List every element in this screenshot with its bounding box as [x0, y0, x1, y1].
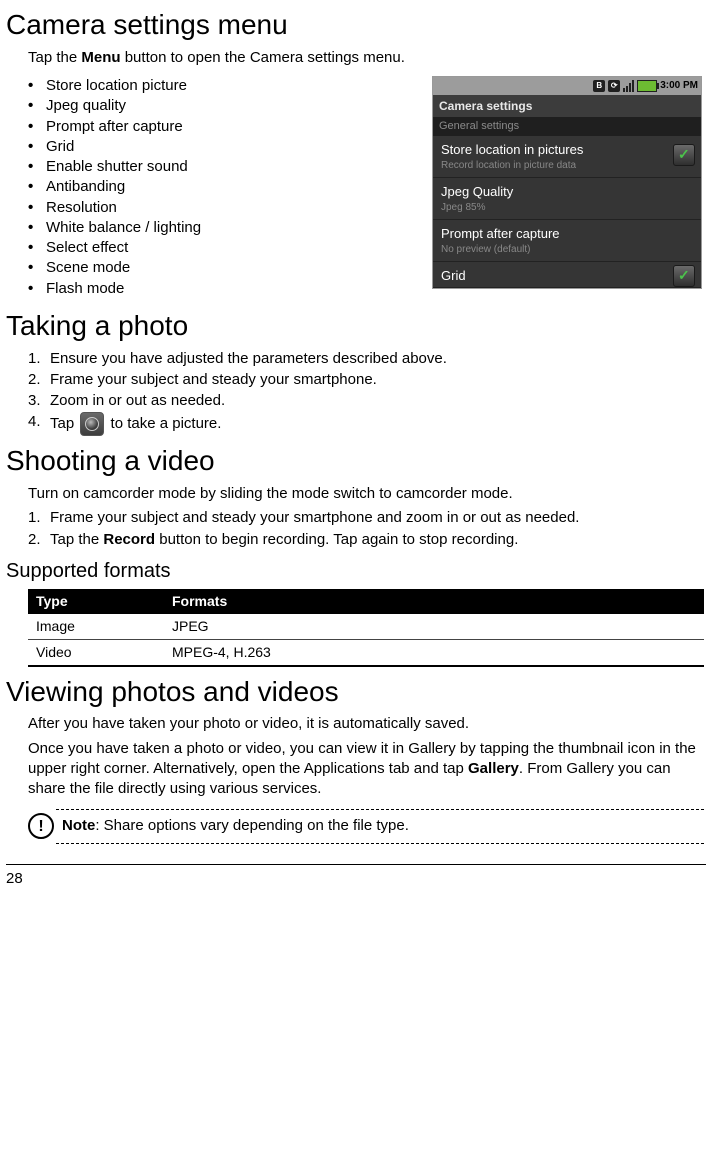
signal-icon [623, 80, 634, 92]
screenshot-title: Camera settings [433, 95, 701, 117]
checkbox-icon [673, 265, 695, 287]
list-item: Resolution [28, 198, 426, 218]
menu-bold: Menu [81, 49, 120, 66]
screenshot-row: Jpeg Quality Jpeg 85% [433, 178, 701, 220]
settings-bullet-list: Store location picture Jpeg quality Prom… [28, 76, 426, 299]
row-title: Prompt after capture [441, 225, 693, 243]
text: button to open the Camera settings menu. [121, 49, 405, 66]
battery-icon [637, 80, 657, 92]
list-item: White balance / lighting [28, 218, 426, 238]
list-item: Tap to take a picture. [28, 412, 704, 436]
record-bold: Record [103, 531, 155, 548]
table-cell: JPEG [164, 614, 704, 639]
heading-taking-photo: Taking a photo [6, 307, 704, 345]
table-cell: Image [28, 614, 164, 639]
bluetooth-icon: B [593, 80, 605, 92]
list-item: Prompt after capture [28, 117, 426, 137]
note-text: Note: Share options vary depending on th… [56, 812, 704, 840]
row-title: Jpeg Quality [441, 183, 693, 201]
shutter-icon [80, 412, 104, 436]
list-item: Ensure you have adjusted the parameters … [28, 349, 704, 369]
dashed-line [56, 843, 704, 844]
text: Tap the [28, 49, 81, 66]
gallery-bold: Gallery [468, 760, 519, 777]
text: Tap the [50, 531, 103, 548]
screenshot-row: Grid [433, 262, 701, 288]
text: : Share options vary depending on the fi… [95, 817, 409, 834]
list-item: Store location picture [28, 76, 426, 96]
video-steps-list: Frame your subject and steady your smart… [28, 508, 704, 550]
screenshot-row: Prompt after capture No preview (default… [433, 220, 701, 262]
list-item: Scene mode [28, 258, 426, 278]
text: button to begin recording. Tap again to … [155, 531, 518, 548]
note-block: ! Note: Share options vary depending on … [28, 809, 704, 843]
row-desc: No preview (default) [441, 243, 693, 257]
status-time: 3:00 PM [660, 79, 698, 93]
list-item: Flash mode [28, 279, 426, 299]
photo-steps-list: Ensure you have adjusted the parameters … [28, 349, 704, 437]
table-header: Type [28, 589, 164, 614]
paragraph-camcorder: Turn on camcorder mode by sliding the mo… [28, 484, 704, 504]
heading-supported-formats: Supported formats [6, 558, 704, 585]
formats-table: Type Formats Image JPEG Video MPEG-4, H.… [28, 589, 704, 667]
sync-icon: ⟳ [608, 80, 620, 92]
heading-viewing: Viewing photos and videos [6, 673, 704, 711]
table-row: Image JPEG [28, 614, 704, 639]
table-cell: Video [28, 639, 164, 665]
list-item: Grid [28, 137, 426, 157]
heading-camera-settings: Camera settings menu [6, 6, 704, 44]
screenshot-subtitle: General settings [433, 117, 701, 136]
row-title: Store location in pictures [441, 141, 693, 159]
text: Tap [50, 415, 78, 432]
list-item: Jpeg quality [28, 96, 426, 116]
row-desc: Jpeg 85% [441, 201, 693, 215]
note-bold: Note [62, 817, 95, 834]
list-item: Frame your subject and steady your smart… [28, 508, 704, 528]
list-item: Frame your subject and steady your smart… [28, 370, 704, 390]
table-cell: MPEG-4, H.263 [164, 639, 704, 665]
table-row: Video MPEG-4, H.263 [28, 639, 704, 665]
heading-shooting-video: Shooting a video [6, 442, 704, 480]
list-item: Select effect [28, 238, 426, 258]
checkbox-icon [673, 144, 695, 166]
status-bar: B ⟳ 3:00 PM [433, 77, 701, 95]
paragraph-tap-menu: Tap the Menu button to open the Camera s… [28, 48, 704, 68]
row-desc: Record location in picture data [441, 159, 693, 173]
row-title: Grid [441, 267, 693, 285]
text: to take a picture. [106, 415, 221, 432]
list-item: Antibanding [28, 177, 426, 197]
dashed-line [56, 809, 704, 810]
list-item: Zoom in or out as needed. [28, 391, 704, 411]
paragraph-autosaved: After you have taken your photo or video… [28, 714, 704, 734]
page-number: 28 [0, 865, 712, 903]
table-header-row: Type Formats [28, 589, 704, 614]
list-item: Tap the Record button to begin recording… [28, 530, 704, 550]
paragraph-gallery: Once you have taken a photo or video, yo… [28, 739, 704, 800]
alert-icon: ! [28, 813, 54, 839]
screenshot-row: Store location in pictures Record locati… [433, 136, 701, 178]
table-header: Formats [164, 589, 704, 614]
screenshot-camera-settings: B ⟳ 3:00 PM Camera settings General sett… [432, 76, 702, 289]
list-item: Enable shutter sound [28, 157, 426, 177]
